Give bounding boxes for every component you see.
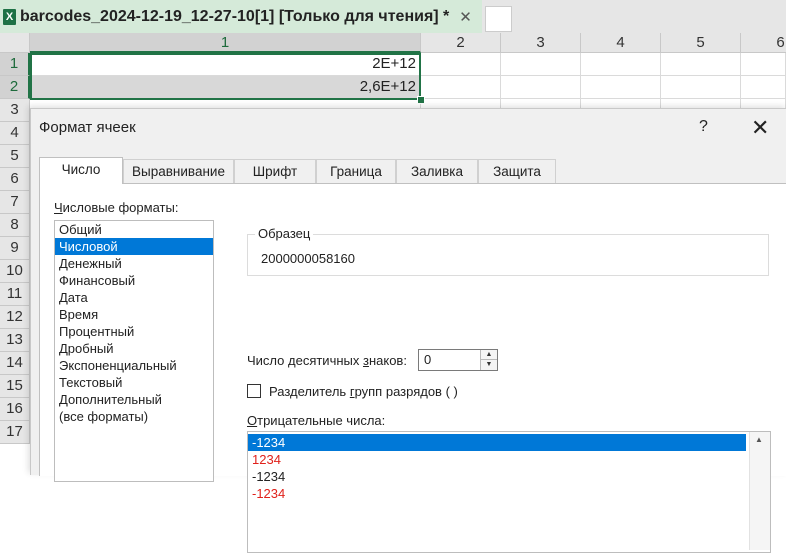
spin-down-icon[interactable]: ▼ bbox=[480, 360, 497, 370]
row-header[interactable]: 7 bbox=[0, 191, 30, 214]
cell-a2[interactable]: 2,6E+12 bbox=[30, 76, 421, 99]
close-icon[interactable]: ✕ bbox=[751, 115, 769, 141]
sample-group: Образец 2000000058160 bbox=[247, 226, 769, 276]
row-header[interactable]: 1 bbox=[0, 53, 30, 76]
negative-format-item[interactable]: -1234 bbox=[248, 485, 746, 502]
list-item[interactable]: Дробный bbox=[55, 340, 213, 357]
row-header[interactable]: 15 bbox=[0, 375, 30, 398]
tab-alignment[interactable]: Выравнивание bbox=[123, 159, 234, 183]
list-item[interactable]: (все форматы) bbox=[55, 408, 213, 425]
new-tab-button[interactable] bbox=[485, 6, 512, 32]
row-header[interactable]: 3 bbox=[0, 99, 30, 122]
number-tab-panel: Числовые форматы: Общий Числовой Денежны… bbox=[39, 183, 786, 553]
fill-handle[interactable] bbox=[417, 96, 425, 104]
column-header[interactable]: 6 bbox=[741, 33, 786, 53]
workbook-tab-strip: X barcodes_2024-12-19_12-27-10[1] [Тольк… bbox=[0, 0, 786, 33]
negative-format-item-selected[interactable]: -1234 bbox=[248, 434, 746, 451]
negative-numbers-list[interactable]: -1234 1234 -1234 -1234 ▲ bbox=[247, 431, 771, 553]
tab-protection[interactable]: Защита bbox=[478, 159, 556, 183]
decimal-places-stepper: ▲ ▼ bbox=[480, 350, 497, 370]
sample-value: 2000000058160 bbox=[261, 251, 355, 266]
workbook-tab-label: barcodes_2024-12-19_12-27-10[1] [Только … bbox=[20, 7, 450, 25]
list-item[interactable]: Общий bbox=[55, 221, 213, 238]
row-header[interactable]: 17 bbox=[0, 421, 30, 444]
cell[interactable] bbox=[501, 76, 581, 99]
cell[interactable] bbox=[741, 53, 786, 76]
scroll-up-icon[interactable]: ▲ bbox=[755, 435, 763, 444]
column-header[interactable]: 4 bbox=[581, 33, 661, 53]
list-item[interactable]: Время bbox=[55, 306, 213, 323]
help-icon[interactable]: ? bbox=[699, 118, 708, 136]
column-header[interactable]: 1 bbox=[30, 33, 421, 53]
negative-format-item[interactable]: -1234 bbox=[248, 468, 746, 485]
row-header[interactable]: 9 bbox=[0, 237, 30, 260]
thousands-separator-label: Разделитель групп разрядов ( ) bbox=[269, 384, 458, 399]
cell[interactable] bbox=[421, 76, 501, 99]
number-formats-label: Числовые форматы: bbox=[54, 200, 179, 215]
row-header[interactable]: 8 bbox=[0, 214, 30, 237]
row-header[interactable]: 4 bbox=[0, 122, 30, 145]
thousands-separator-checkbox[interactable] bbox=[247, 384, 261, 398]
cell[interactable] bbox=[581, 53, 661, 76]
cell[interactable] bbox=[661, 53, 741, 76]
tab-font[interactable]: Шрифт bbox=[234, 159, 316, 183]
list-item-selected[interactable]: Числовой bbox=[55, 238, 213, 255]
list-item[interactable]: Дополнительный bbox=[55, 391, 213, 408]
row-header[interactable]: 10 bbox=[0, 260, 30, 283]
row-header[interactable]: 12 bbox=[0, 306, 30, 329]
list-item[interactable]: Дата bbox=[55, 289, 213, 306]
negative-numbers-label: Отрицательные числа: bbox=[247, 413, 386, 428]
row-header[interactable]: 5 bbox=[0, 145, 30, 168]
list-item[interactable]: Процентный bbox=[55, 323, 213, 340]
row-header[interactable]: 11 bbox=[0, 283, 30, 306]
cell[interactable] bbox=[661, 76, 741, 99]
cell[interactable] bbox=[741, 76, 786, 99]
column-header[interactable]: 3 bbox=[501, 33, 581, 53]
cell-a1[interactable]: 2E+12 bbox=[30, 53, 421, 76]
cell[interactable] bbox=[501, 53, 581, 76]
row-header[interactable]: 6 bbox=[0, 168, 30, 191]
row-header[interactable]: 16 bbox=[0, 398, 30, 421]
cell[interactable] bbox=[421, 53, 501, 76]
list-item[interactable]: Текстовый bbox=[55, 374, 213, 391]
number-formats-list[interactable]: Общий Числовой Денежный Финансовый Дата … bbox=[54, 220, 214, 482]
dialog-title: Формат ячеек bbox=[39, 119, 136, 136]
cell[interactable] bbox=[581, 76, 661, 99]
row-header[interactable]: 14 bbox=[0, 352, 30, 375]
tab-fill[interactable]: Заливка bbox=[396, 159, 478, 183]
column-header[interactable]: 2 bbox=[421, 33, 501, 53]
list-item[interactable]: Экспоненциальный bbox=[55, 357, 213, 374]
scrollbar[interactable]: ▲ bbox=[749, 432, 770, 550]
workbook-tab[interactable]: X barcodes_2024-12-19_12-27-10[1] [Тольк… bbox=[0, 0, 482, 33]
excel-file-icon: X bbox=[3, 8, 16, 25]
spin-up-icon[interactable]: ▲ bbox=[480, 350, 497, 360]
close-icon[interactable]: ✕ bbox=[459, 8, 472, 26]
sample-label: Образец bbox=[255, 226, 314, 241]
decimal-places-label: Число десятичных знаков: bbox=[247, 353, 407, 368]
list-item[interactable]: Денежный bbox=[55, 255, 213, 272]
tab-border[interactable]: Граница bbox=[316, 159, 396, 183]
column-header[interactable]: 5 bbox=[661, 33, 741, 53]
row-header[interactable]: 2 bbox=[0, 76, 30, 99]
row-header[interactable]: 13 bbox=[0, 329, 30, 352]
select-all-corner[interactable] bbox=[0, 33, 30, 53]
negative-format-item[interactable]: 1234 bbox=[248, 451, 746, 468]
list-item[interactable]: Финансовый bbox=[55, 272, 213, 289]
tab-number[interactable]: Число bbox=[39, 157, 123, 184]
format-cells-dialog: Формат ячеек ? ✕ Число Выравнивание Шриф… bbox=[30, 108, 786, 553]
